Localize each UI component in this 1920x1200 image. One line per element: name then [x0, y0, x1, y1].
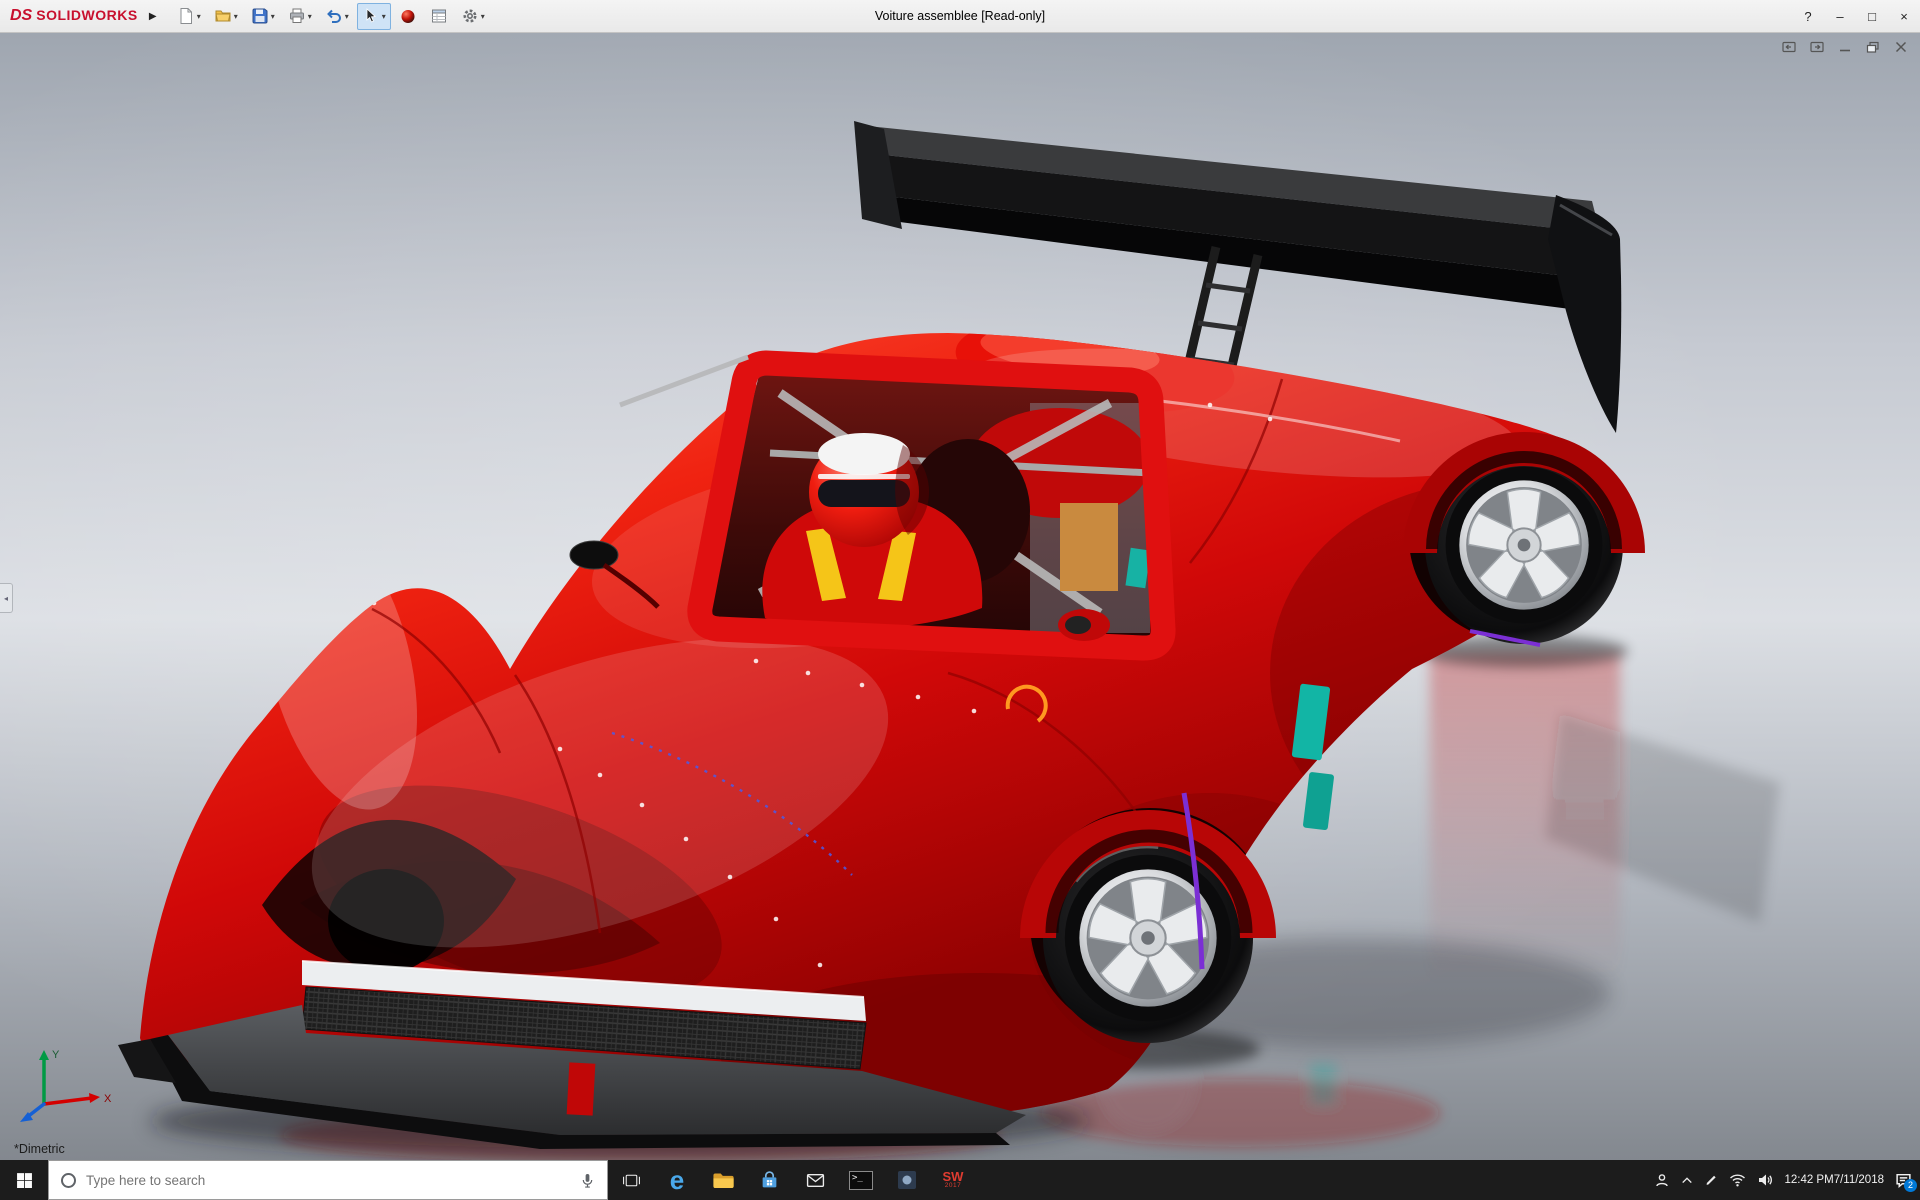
search-input[interactable]	[86, 1172, 570, 1188]
left-mirror[interactable]	[569, 540, 619, 570]
titlebar: DS SOLIDWORKS ▶ ▾ ▾ ▾ ▾ ▾ ▾ ▾ Voiture as…	[0, 0, 1920, 33]
dropdown-caret-icon: ▾	[233, 11, 238, 21]
triad-x-label: X	[104, 1093, 112, 1105]
taskbar: e >_	[0, 1160, 1920, 1200]
command-prompt-button[interactable]: >_	[838, 1160, 884, 1200]
solidworks-app-icon: SW 2017	[943, 1170, 964, 1190]
doc-close-button[interactable]	[1894, 41, 1908, 55]
hidden-icons-button[interactable]	[1681, 1175, 1693, 1185]
dropdown-caret-icon: ▾	[270, 11, 275, 21]
store-button[interactable]	[746, 1160, 792, 1200]
select-tool-button[interactable]: ▾	[356, 2, 391, 30]
undo-icon	[326, 9, 341, 23]
property-sheet-icon	[431, 9, 446, 23]
chevron-up-icon	[1682, 1177, 1693, 1184]
dropdown-caret-icon: ▾	[381, 11, 386, 21]
action-center-button[interactable]: 2	[1895, 1172, 1917, 1192]
sw-year: 2017	[944, 1182, 962, 1190]
network-button[interactable]	[1729, 1173, 1746, 1187]
appearance-sphere-icon	[401, 10, 415, 23]
task-view-icon	[622, 1174, 640, 1186]
select-cursor-icon	[366, 8, 376, 23]
expand-arrow-icon: ▶	[148, 10, 157, 22]
clock[interactable]: 12:42 PM 7/11/2018	[1784, 1173, 1884, 1187]
taskbar-app-button[interactable]	[884, 1160, 930, 1200]
dropdown-caret-icon: ▾	[196, 11, 201, 21]
help-button[interactable]: ?	[1792, 0, 1824, 33]
save-button[interactable]: ▾	[246, 3, 280, 30]
speaker-icon	[1759, 1174, 1773, 1186]
file-explorer-button[interactable]	[700, 1160, 746, 1200]
3d-viewport-canvas[interactable]	[0, 33, 1920, 1160]
doc-restore-button[interactable]	[1866, 41, 1880, 55]
taskbar-search[interactable]	[48, 1160, 608, 1200]
windows-logo-icon	[16, 1172, 32, 1188]
app-icon	[898, 1171, 916, 1189]
start-button[interactable]	[0, 1160, 48, 1200]
window-title: Voiture assemblee [Read-only]	[874, 9, 1046, 23]
dropdown-caret-icon: ▾	[344, 11, 349, 21]
solidworks-wordmark: SOLIDWORKS	[36, 7, 138, 23]
maximize-button[interactable]: □	[1856, 0, 1888, 33]
solidworks-taskbar-button[interactable]: SW 2017	[930, 1160, 976, 1200]
clock-date: 7/11/2018	[1833, 1174, 1884, 1186]
network-wifi-icon	[1730, 1174, 1746, 1187]
print-icon	[289, 8, 304, 23]
dropdown-caret-icon: ▾	[307, 11, 312, 21]
notification-badge: 2	[1904, 1179, 1917, 1192]
print-button[interactable]: ▾	[283, 3, 317, 30]
microphone-icon[interactable]	[580, 1172, 595, 1189]
options-button[interactable]: ▾	[456, 3, 490, 30]
feature-tree-flyout-tab[interactable]: ◂	[0, 583, 13, 613]
orientation-triad[interactable]: Y X	[14, 1042, 124, 1126]
people-icon	[1656, 1173, 1669, 1186]
volume-button[interactable]	[1757, 1173, 1773, 1187]
tile-right-button[interactable]	[1810, 41, 1824, 55]
save-icon	[252, 8, 268, 24]
quick-access-toolbar: ▾ ▾ ▾ ▾ ▾ ▾ ▾	[172, 2, 490, 30]
store-bag-icon	[762, 1170, 776, 1187]
ds-logo-mark: DS	[10, 7, 33, 24]
open-folder-icon	[215, 10, 231, 22]
windows-ink-button[interactable]	[1704, 1173, 1718, 1187]
new-document-button[interactable]: ▾	[172, 3, 206, 30]
gear-icon	[463, 9, 477, 23]
document-window-controls	[1782, 41, 1908, 55]
clock-time: 12:42 PM	[1784, 1174, 1834, 1186]
doc-minimize-button[interactable]	[1838, 41, 1852, 55]
people-button[interactable]	[1654, 1173, 1670, 1188]
dropdown-caret-icon: ▾	[480, 11, 485, 21]
triad-y-label: Y	[52, 1049, 60, 1061]
mail-button[interactable]	[792, 1160, 838, 1200]
system-tray: 12:42 PM 7/11/2018 2	[1654, 1160, 1920, 1200]
new-document-icon	[180, 8, 192, 24]
console-icon: >_	[849, 1170, 873, 1190]
screen: DS SOLIDWORKS ▶ ▾ ▾ ▾ ▾ ▾ ▾ ▾ Voiture as…	[0, 0, 1920, 1200]
search-icon	[61, 1172, 76, 1188]
edge-browser-button[interactable]: e	[654, 1160, 700, 1200]
menu-expand-button[interactable]: ▶	[144, 4, 162, 28]
mail-envelope-icon	[806, 1173, 824, 1187]
close-button[interactable]: ×	[1888, 0, 1920, 33]
edge-icon: e	[669, 1165, 685, 1195]
folder-icon	[713, 1172, 734, 1188]
edit-appearance-button[interactable]	[394, 3, 422, 30]
pen-icon	[1707, 1175, 1717, 1185]
property-sheet-button[interactable]	[425, 3, 453, 30]
view-orientation-label: *Dimetric	[14, 1142, 65, 1156]
minimize-button[interactable]: –	[1824, 0, 1856, 33]
graphics-area: ◂ Y X *Dimetric	[0, 33, 1920, 1160]
tile-left-button[interactable]	[1782, 41, 1796, 55]
open-button[interactable]: ▾	[209, 3, 243, 30]
solidworks-logo: DS SOLIDWORKS	[10, 7, 138, 25]
window-controls: ? – □ ×	[1792, 0, 1920, 33]
undo-button[interactable]: ▾	[320, 3, 354, 30]
task-view-button[interactable]	[608, 1160, 654, 1200]
flyout-arrow-icon: ◂	[3, 593, 8, 603]
